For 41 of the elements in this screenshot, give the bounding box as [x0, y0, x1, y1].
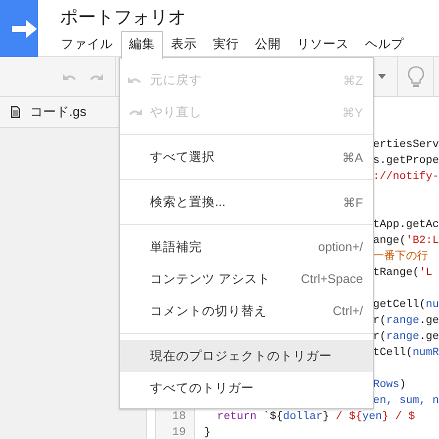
menu-item[interactable]: ヘルプ	[357, 31, 412, 58]
code-line: Rows)	[372, 379, 406, 391]
redo-icon[interactable]	[89, 72, 103, 82]
menu-option[interactable]: コメントの切り替え Ctrl+/	[120, 295, 373, 327]
code-line: 一番下の行	[372, 251, 428, 263]
menu-option[interactable]: すべて選択 ⌘A	[120, 141, 373, 173]
project-title[interactable]: ポートフォリオ	[60, 6, 412, 28]
app-logo[interactable]	[0, 0, 38, 57]
menu-item[interactable]: 表示	[163, 31, 205, 58]
lightbulb-icon[interactable]	[408, 66, 424, 88]
menu-item[interactable]: 公開	[247, 31, 289, 58]
menu-option[interactable]: 検索と置換... ⌘F	[120, 186, 373, 218]
code-line: getCell(nu	[372, 299, 439, 311]
menu-item[interactable]: 実行	[205, 31, 247, 58]
menu-item[interactable]: ファイル	[53, 31, 121, 58]
code-line: r(range.ge	[372, 315, 439, 327]
code-line: r(range.ge	[372, 331, 439, 343]
caret-icon[interactable]	[378, 74, 386, 79]
menu-option[interactable]: コンテンツ アシスト Ctrl+Space	[120, 263, 373, 295]
document-icon	[11, 106, 20, 118]
redo-icon	[128, 107, 142, 117]
code-line: tApp.getAc	[372, 219, 439, 231]
code-line: s.getPrope	[372, 155, 439, 167]
undo-icon[interactable]	[63, 72, 77, 82]
code-line: return `${dollar} / ${yen} / $	[216, 411, 416, 423]
menu-option[interactable]: すべてのトリガー	[120, 372, 373, 404]
code-line: en, sum, n	[372, 395, 439, 407]
menu-option[interactable]: 現在のプロジェクトのトリガー	[120, 340, 373, 372]
undo-icon	[128, 75, 142, 85]
code-line: tCell(numR	[372, 347, 439, 359]
code-line: ertiesServ	[372, 139, 439, 151]
arrow-icon	[12, 18, 38, 38]
code-line: ange('B2:L	[372, 235, 439, 247]
code-line: }	[204, 427, 211, 439]
line-number: 18	[172, 410, 186, 423]
menu-option[interactable]: 単語補完 option+/	[120, 231, 373, 263]
menu-item[interactable]: リソース	[289, 31, 357, 58]
line-number: 19	[172, 426, 186, 439]
code-line: ://notify-	[372, 171, 439, 183]
menu-item[interactable]: 編集	[121, 31, 163, 59]
code-line: tRange('L	[372, 267, 432, 279]
